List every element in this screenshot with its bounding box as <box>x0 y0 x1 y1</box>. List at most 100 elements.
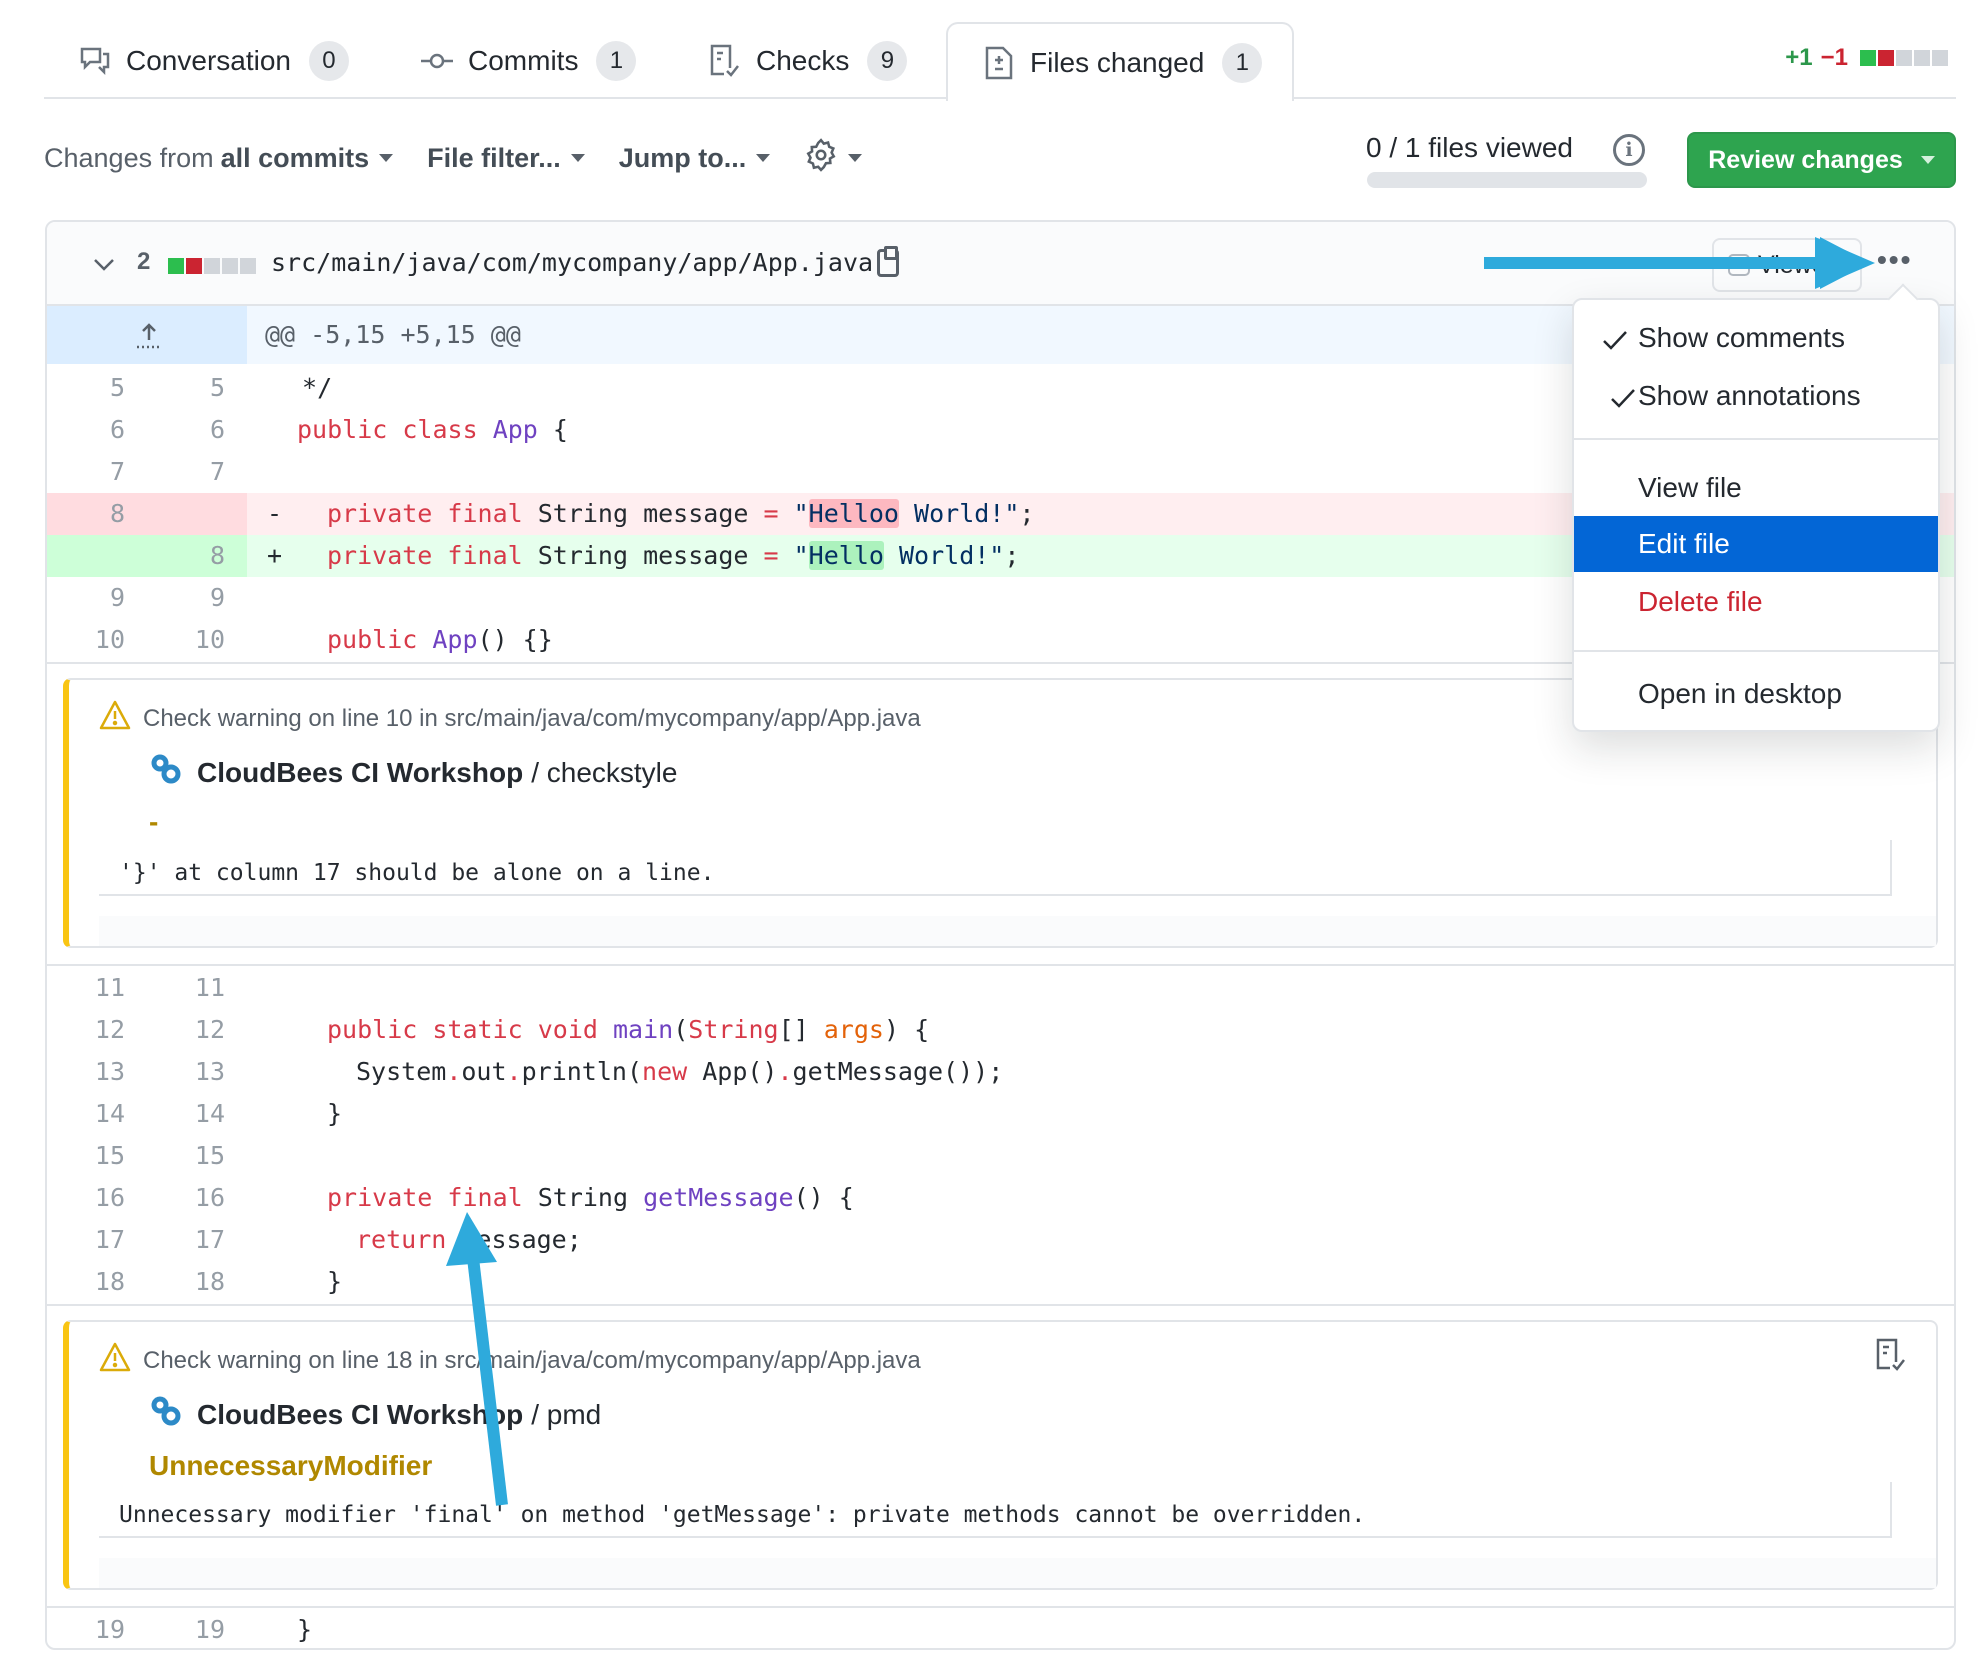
diff-settings-dropdown[interactable] <box>804 137 863 179</box>
code-keyword: private final <box>327 499 523 528</box>
code-string: World!" <box>898 499 1020 528</box>
old-line-number[interactable]: 15 <box>47 1135 125 1177</box>
file-path[interactable]: src/main/java/com/mycompany/app/App.java <box>271 248 873 277</box>
new-line-number[interactable]: 17 <box>147 1219 225 1261</box>
viewed-checkbox[interactable]: Viewed <box>1712 238 1862 292</box>
diff-line: 16 16 private final String getMessage() … <box>47 1177 1954 1219</box>
kebab-horizontal-icon[interactable]: ••• <box>1877 244 1912 276</box>
old-line-number[interactable]: 17 <box>47 1219 125 1261</box>
diffstat-block-added <box>168 258 184 274</box>
old-line-number[interactable]: 9 <box>47 577 125 619</box>
annotation-level: - <box>149 806 159 837</box>
new-line-number[interactable]: 14 <box>147 1093 225 1135</box>
new-line-number[interactable]: 18 <box>147 1261 225 1303</box>
old-line-number[interactable]: 8 <box>47 493 125 535</box>
menu-item-open-in-desktop[interactable]: Open in desktop <box>1574 666 1938 722</box>
code-line: private final String message = "Helloo W… <box>327 493 1034 535</box>
tab-label: Files changed <box>1030 46 1205 78</box>
divider <box>47 1304 1954 1306</box>
expand-up-button[interactable] <box>47 306 247 364</box>
new-line-number[interactable]: 8 <box>147 535 225 577</box>
code-line: } <box>297 1615 313 1644</box>
old-line-number[interactable]: 18 <box>47 1261 125 1303</box>
code-string: " <box>778 499 809 528</box>
code-text: out <box>461 1057 507 1086</box>
menu-item-edit-file[interactable]: Edit file <box>1574 516 1938 572</box>
checkbox-icon <box>1728 254 1750 276</box>
old-line-number[interactable]: 11 <box>47 967 125 1009</box>
info-icon[interactable]: i <box>1613 134 1645 166</box>
code-text: [] <box>778 1015 824 1044</box>
tab-counter: 1 <box>596 40 637 81</box>
changes-from-dropdown[interactable]: Changes from all commits <box>44 142 394 174</box>
new-line-number[interactable]: 11 <box>147 967 225 1009</box>
old-line-number[interactable]: 19 <box>47 1609 125 1648</box>
new-line-number[interactable]: 19 <box>147 1609 225 1648</box>
old-line-number[interactable]: 5 <box>47 367 125 409</box>
new-line-number[interactable]: 10 <box>147 619 225 661</box>
file-filter-dropdown[interactable]: File filter... <box>427 143 585 174</box>
diff-toolbar: Changes from all commits File filter... … <box>44 137 896 179</box>
divider <box>47 964 1954 966</box>
tab-conversation[interactable]: Conversation 0 <box>78 22 349 99</box>
new-line-number[interactable]: 7 <box>147 451 225 493</box>
menu-item-show-comments[interactable]: Show comments <box>1574 310 1938 366</box>
new-line-number[interactable]: 15 <box>147 1135 225 1177</box>
old-line-number[interactable]: 7 <box>47 451 125 493</box>
annotation-title: Check warning on line 10 in src/main/jav… <box>99 700 921 737</box>
jump-to-dropdown[interactable]: Jump to... <box>619 143 771 174</box>
new-line-number[interactable]: 6 <box>147 409 225 451</box>
code-text: ; <box>1004 541 1020 570</box>
menu-item-delete-file[interactable]: Delete file <box>1574 574 1938 630</box>
old-line-number[interactable]: 13 <box>47 1051 125 1093</box>
code-text: String message <box>522 499 764 528</box>
old-line-number[interactable]: 14 <box>47 1093 125 1135</box>
code-line: System.out.println(new App().getMessage(… <box>356 1051 1003 1093</box>
viewed-label: Viewed <box>1758 250 1840 279</box>
annotation-app-name[interactable]: CloudBees CI Workshop <box>197 757 523 789</box>
copy-path-icon[interactable] <box>877 246 899 277</box>
tab-files-changed[interactable]: Files changed 1 <box>946 22 1295 101</box>
tab-counter: 1 <box>1222 42 1263 83</box>
old-line-number[interactable]: 6 <box>47 409 125 451</box>
caret-down-icon <box>570 154 585 162</box>
new-line-number[interactable]: 13 <box>147 1051 225 1093</box>
menu-item-view-file[interactable]: View file <box>1574 460 1938 516</box>
file-change-count: 2 <box>137 248 151 275</box>
code-keyword: public static void <box>327 1015 598 1044</box>
tab-checks[interactable]: Checks 9 <box>708 22 908 99</box>
git-commit-icon <box>420 44 454 78</box>
old-line-number[interactable]: 16 <box>47 1177 125 1219</box>
new-line-number[interactable]: 12 <box>147 1009 225 1051</box>
code-text: ( <box>673 1015 689 1044</box>
new-line-number[interactable]: 16 <box>147 1177 225 1219</box>
code-text: getMessage()); <box>792 1057 1004 1086</box>
checklist-icon[interactable] <box>1876 1338 1906 1377</box>
new-line-number[interactable]: 9 <box>147 577 225 619</box>
jump-to-label: Jump to... <box>618 142 747 173</box>
code-line: } <box>327 1267 343 1296</box>
diff-line: 19 19 } <box>47 1609 1954 1648</box>
code-keyword: String <box>688 1015 779 1044</box>
hunk-header: @@ -5,15 +5,15 @@ <box>265 320 521 349</box>
code-keyword: public <box>327 625 418 654</box>
code-operator: . <box>446 1057 462 1086</box>
old-line-number[interactable]: 10 <box>47 619 125 661</box>
annotation-app-name[interactable]: CloudBees CI Workshop <box>197 1399 523 1431</box>
code-keyword: return <box>356 1225 447 1254</box>
changes-from-value: all commits <box>220 142 370 173</box>
menu-item-label: Show comments <box>1638 322 1845 353</box>
new-line-number[interactable]: 5 <box>147 367 225 409</box>
diffstat-block-neutral <box>1932 50 1948 66</box>
code-string-added: Hello <box>808 541 884 570</box>
caret-down-icon <box>756 154 771 162</box>
old-line-number[interactable]: 12 <box>47 1009 125 1051</box>
diff-marker: - <box>267 499 283 528</box>
tab-commits[interactable]: Commits 1 <box>420 22 637 99</box>
gear-icon <box>804 137 838 179</box>
chevron-down-icon[interactable] <box>93 252 115 278</box>
menu-divider <box>1574 438 1938 440</box>
menu-item-show-annotations[interactable]: Show annotations <box>1574 368 1938 424</box>
files-viewed-label: 0 / 1 files viewed <box>1366 132 1573 163</box>
review-changes-button[interactable]: Review changes <box>1687 132 1956 188</box>
